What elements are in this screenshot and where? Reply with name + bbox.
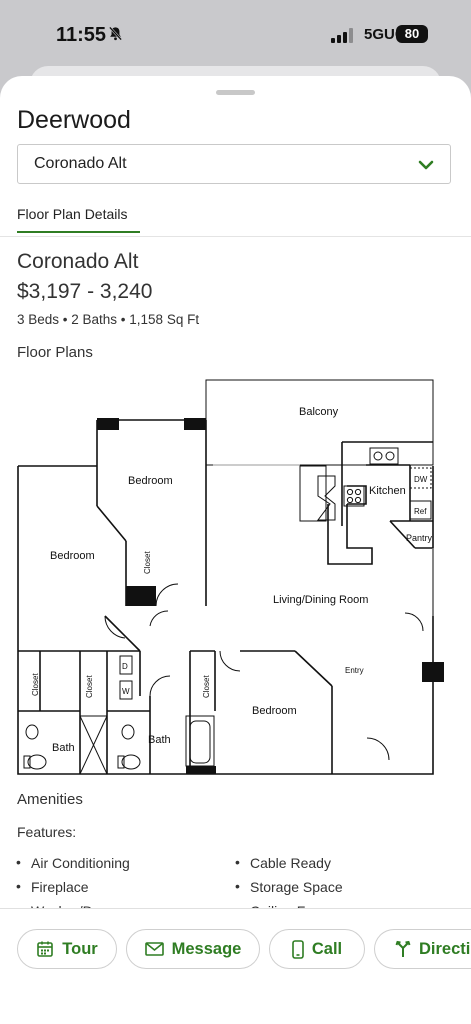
amenities-heading: Amenities <box>17 791 83 808</box>
room-balcony: Balcony <box>299 406 339 418</box>
bell-slash-icon <box>108 26 123 45</box>
envelope-icon <box>144 942 164 956</box>
calendar-icon <box>36 940 54 958</box>
plan-name: Coronado Alt <box>17 250 139 273</box>
tab-active-indicator <box>17 231 140 233</box>
directions-button[interactable]: Directions <box>374 929 471 969</box>
feature-item: Air Conditioning <box>16 854 130 871</box>
feature-item: Fireplace <box>16 878 88 895</box>
sheet-grabber[interactable] <box>216 90 255 95</box>
tour-button-label: Tour <box>62 939 98 958</box>
tour-button[interactable]: Tour <box>17 929 117 969</box>
room-bedroom-left: Bedroom <box>50 550 95 562</box>
plan-specs: 3 Beds • 2 Baths • 1,158 Sq Ft <box>17 312 200 327</box>
room-kitchen: Kitchen <box>369 485 406 497</box>
feature-item: Cable Ready <box>235 854 331 871</box>
message-button-label: Message <box>171 939 242 958</box>
spec-beds: 3 Beds <box>17 312 60 327</box>
floor-plan-select[interactable]: Coronado Alt <box>17 144 451 184</box>
feature-item: Storage Space <box>235 878 343 895</box>
chevron-down-icon <box>418 158 434 176</box>
action-bar: Tour Message Call Directions <box>0 908 471 1024</box>
floor-plan-sheet: Deerwood Coronado Alt Floor Plan Details… <box>0 76 471 1024</box>
directions-button-label: Directions <box>419 939 471 958</box>
call-button[interactable]: Call <box>269 929 365 969</box>
room-bath-left: Bath <box>52 742 75 754</box>
floor-plans-heading: Floor Plans <box>17 344 93 361</box>
room-w: W <box>122 687 130 696</box>
room-closet-2: Closet <box>31 673 40 696</box>
status-bar: 11:55 5GUC 80 <box>0 0 471 70</box>
signal-icon <box>331 28 355 48</box>
phone-icon <box>292 939 304 959</box>
spec-sqft: 1,158 Sq Ft <box>129 312 200 327</box>
call-button-label: Call <box>311 939 343 958</box>
room-closet-1: Closet <box>143 551 152 574</box>
community-title: Deerwood <box>17 106 131 134</box>
room-bedroom-bottom: Bedroom <box>252 705 297 717</box>
room-bath-right: Bath <box>148 734 171 746</box>
floor-plan-image[interactable]: Balcony Bedroom Bedroom Kitchen DW Ref P… <box>10 376 460 778</box>
floor-plan-select-value: Coronado Alt <box>34 155 127 172</box>
room-closet-3: Closet <box>85 675 94 698</box>
room-bedroom-top: Bedroom <box>128 475 173 487</box>
status-time: 11:55 <box>56 24 107 46</box>
room-dw: DW <box>414 475 428 484</box>
room-living-dining: Living/Dining Room <box>273 594 368 606</box>
plan-price: $3,197 - 3,240 <box>17 280 153 303</box>
message-button[interactable]: Message <box>126 929 260 969</box>
room-d: D <box>122 662 128 671</box>
directions-icon <box>395 940 411 958</box>
room-entry: Entry <box>345 666 364 675</box>
battery-level: 80 <box>396 25 428 43</box>
room-closet-4: Closet <box>202 675 211 698</box>
room-ref: Ref <box>414 507 427 516</box>
features-heading: Features: <box>17 824 77 840</box>
room-pantry: Pantry <box>406 533 433 543</box>
spec-baths: 2 Baths <box>71 312 118 327</box>
tab-divider <box>0 236 471 237</box>
tab-floor-plan-details[interactable]: Floor Plan Details <box>17 206 128 222</box>
